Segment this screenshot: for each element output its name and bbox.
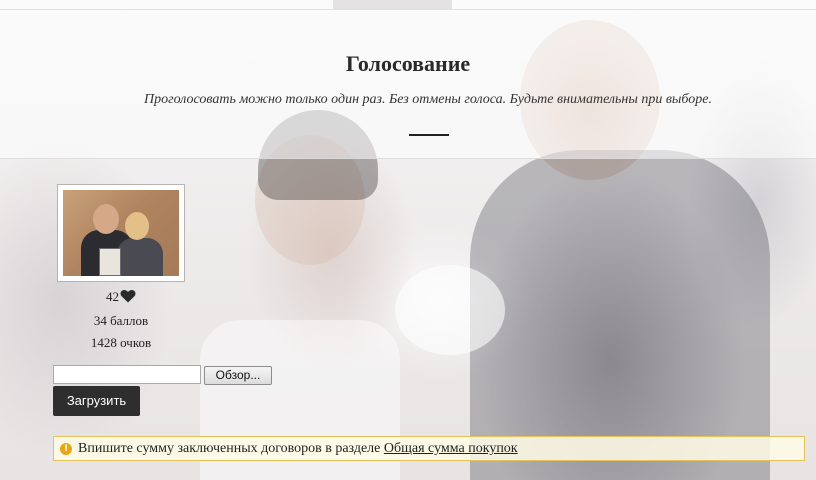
page-title: Голосование (345, 51, 471, 76)
likes-value: 42 (106, 289, 119, 304)
file-input[interactable] (53, 365, 201, 384)
notice-text: Впишите сумму заключенных договоров в ра… (78, 441, 384, 456)
page-header (0, 10, 816, 159)
nav-tab-active[interactable] (333, 0, 452, 9)
title-divider (409, 134, 449, 136)
heart-icon[interactable] (120, 289, 136, 307)
top-nav-bar (0, 0, 816, 10)
points-count: 34 баллов (93, 313, 149, 328)
total-purchases-link[interactable]: Общая сумма покупок (384, 441, 518, 456)
entry-photo-image (63, 190, 179, 276)
browse-button[interactable]: Обзор... (204, 366, 272, 385)
upload-button[interactable]: Загрузить (53, 386, 140, 416)
likes-count: 42 (57, 289, 185, 307)
scores-count: 1428 очков (90, 335, 152, 350)
page-subtitle: Проголосовать можно только один раз. Без… (144, 92, 712, 107)
info-notice: ! Впишите сумму заключенных договоров в … (53, 436, 805, 461)
entry-photo[interactable] (57, 184, 185, 282)
info-icon: ! (60, 443, 72, 455)
